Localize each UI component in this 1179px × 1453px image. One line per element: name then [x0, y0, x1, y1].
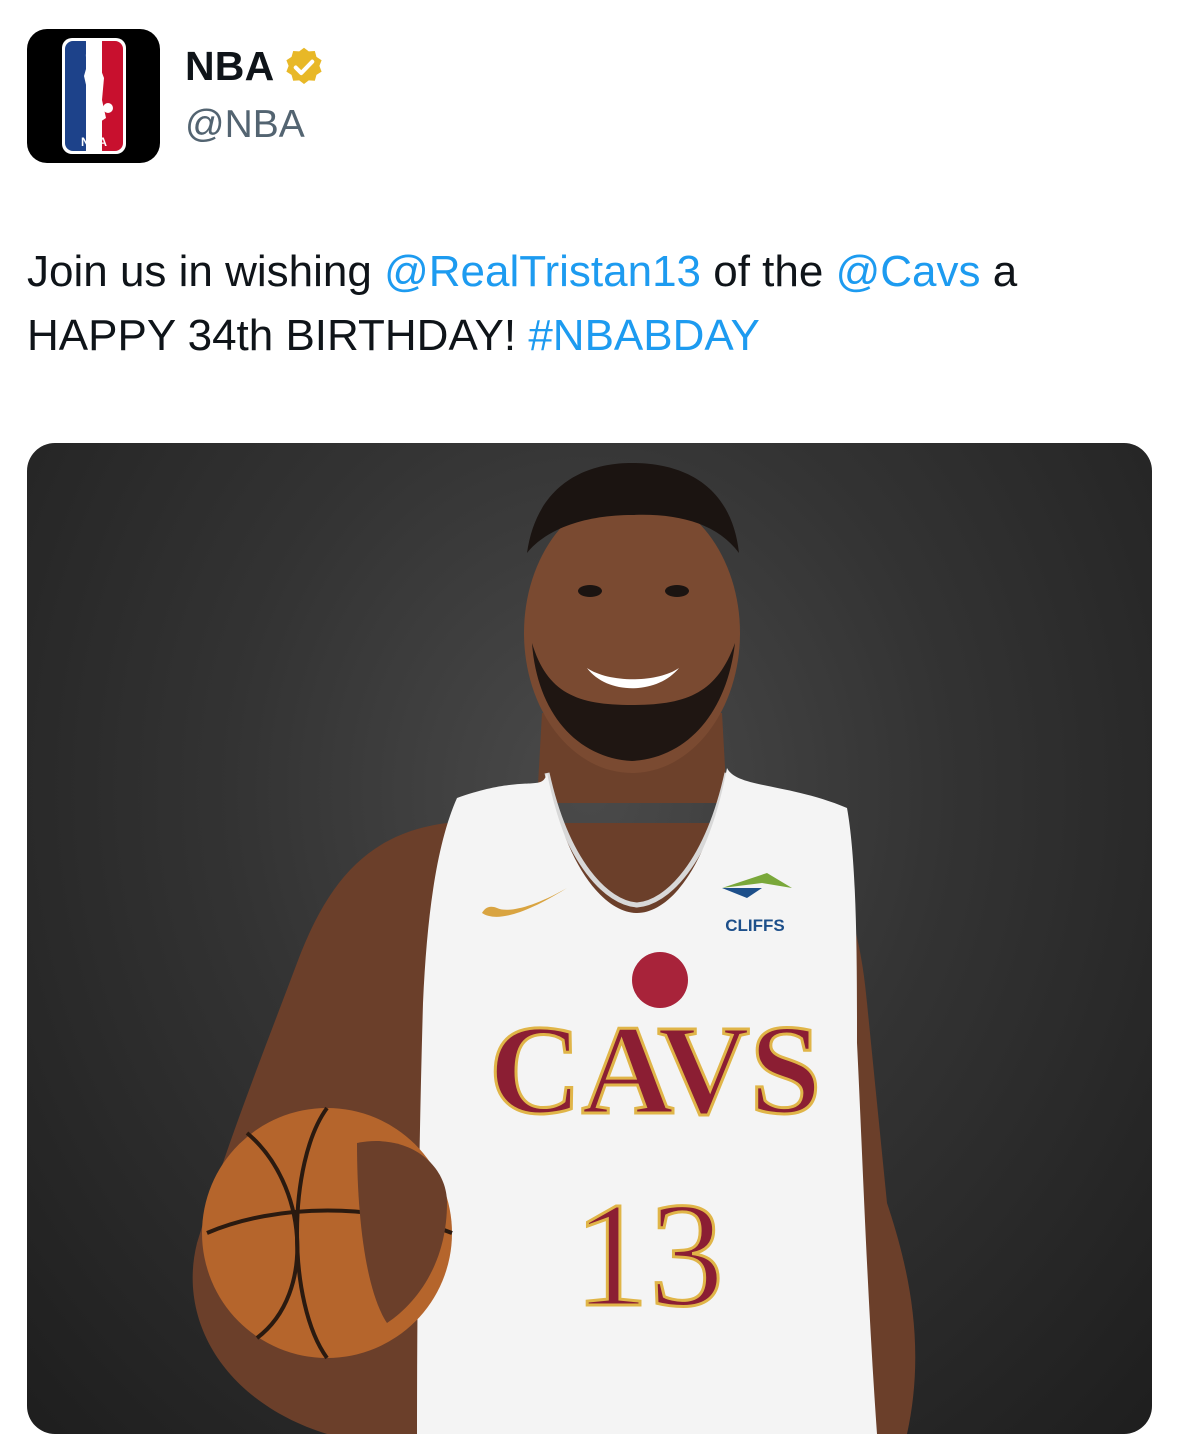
name-row: NBA	[185, 43, 326, 90]
nba-logo-avatar[interactable]: NBA	[27, 29, 160, 163]
tweet-text: Join us in wishing @RealTristan13 of the…	[27, 240, 1157, 368]
jersey-number-text: 13	[574, 1172, 724, 1338]
tweet-text-part: of the	[701, 247, 836, 296]
tweet-text-part: Join us in wishing	[27, 247, 385, 296]
jersey-sponsor-text: CLIFFS	[725, 916, 785, 935]
mention-realtristan13[interactable]: @RealTristan13	[384, 247, 701, 296]
hashtag-nbabday[interactable]: #NBABDAY	[528, 311, 760, 360]
verified-badge-icon	[286, 47, 323, 84]
account-handle[interactable]: @NBA	[185, 103, 305, 147]
player-photo-illustration: CLIFFS CAVS 13	[192, 463, 916, 1434]
display-name[interactable]: NBA	[185, 43, 274, 90]
tweet-header: NBA NBA @NBA	[27, 29, 1147, 163]
tweet-photo[interactable]: CLIFFS CAVS 13	[27, 443, 1152, 1434]
svg-text:NBA: NBA	[81, 135, 107, 149]
mention-cavs[interactable]: @Cavs	[836, 247, 981, 296]
nba-logo-icon: NBA	[62, 38, 126, 154]
jersey-team-text: CAVS	[489, 999, 821, 1141]
